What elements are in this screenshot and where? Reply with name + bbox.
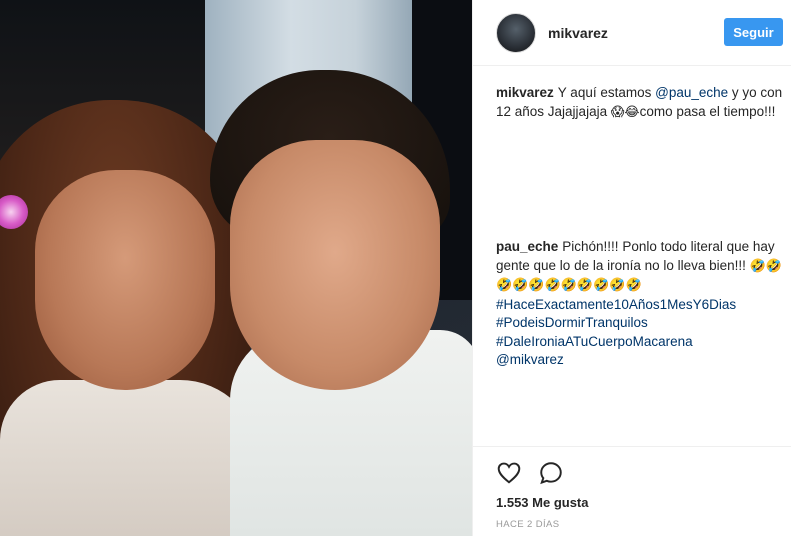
caption-mention-link[interactable]: @pau_eche [655, 85, 728, 100]
reply-comment: pau_eche Pichón!!!! Ponlo todo literal qu… [496, 238, 786, 370]
actions-divider [473, 446, 791, 447]
like-count[interactable]: 1.553 Me gusta [496, 495, 589, 510]
photo-woman-body [0, 380, 260, 536]
author-avatar[interactable] [496, 12, 536, 53]
caption: mikvarez Y aquí estamos @pau_eche y yo co… [496, 84, 786, 122]
action-bar [496, 460, 564, 489]
caption-text-end: como pasa el tiempo!!! [639, 103, 776, 119]
reply-username[interactable]: pau_eche [496, 239, 558, 254]
photo-man-face [230, 140, 440, 390]
post-header: mikvarez Seguir [473, 0, 791, 66]
photo-woman-face [35, 170, 215, 390]
post-photo[interactable] [0, 0, 472, 536]
author-username[interactable]: mikvarez [548, 25, 608, 41]
mention-link[interactable]: @mikvarez [496, 351, 786, 370]
divider [472, 0, 473, 536]
caption-text-before: Y aquí estamos [557, 85, 656, 100]
caption-username[interactable]: mikvarez [496, 85, 554, 100]
caption-comment: mikvarez Y aquí estamos @pau_eche y yo co… [496, 84, 786, 122]
hashtag-link[interactable]: #PodeisDormirTranquilos [496, 314, 786, 333]
hashtag-link[interactable]: #DaleIroniaATuCuerpoMacarena [496, 333, 786, 352]
hashtag-link[interactable]: #HaceExactamente10Años1MesY6Dias [496, 296, 786, 315]
like-heart-icon[interactable] [496, 460, 522, 489]
follow-button[interactable]: Seguir [724, 18, 783, 46]
post-timestamp[interactable]: HACE 2 DÍAS [496, 519, 560, 530]
comment-bubble-icon[interactable] [538, 460, 564, 489]
caption-emojis: 😱😂 [610, 104, 640, 120]
